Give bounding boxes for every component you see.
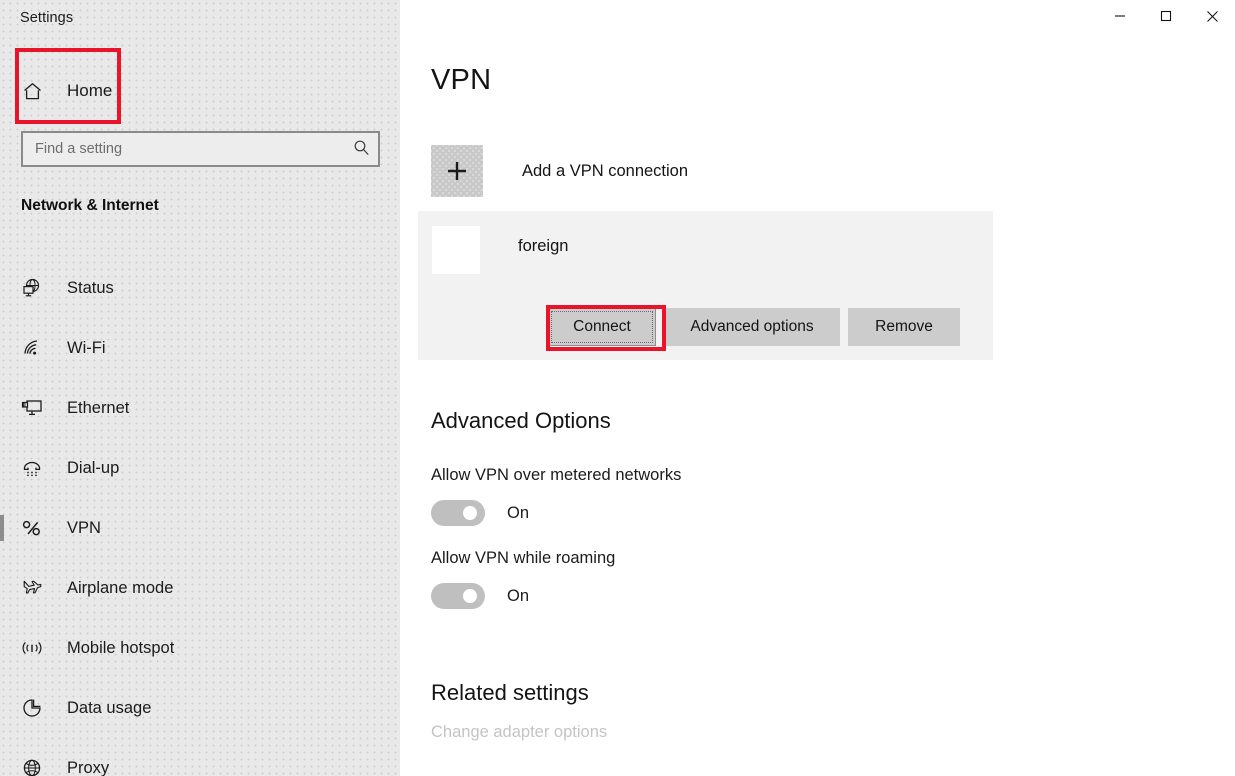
pie-chart-icon — [18, 697, 46, 719]
related-settings-heading: Related settings — [431, 680, 589, 705]
allow-vpn-metered-state: On — [507, 503, 530, 522]
minimize-button[interactable] — [1097, 0, 1143, 32]
sidebar-item-wifi[interactable]: Wi-Fi — [0, 318, 400, 378]
home-icon — [18, 81, 46, 102]
sidebar-item-data-usage[interactable]: Data usage — [0, 678, 400, 738]
vpn-icon — [18, 517, 46, 539]
sidebar-category-title: Network & Internet — [21, 197, 159, 214]
dialup-icon — [18, 457, 46, 479]
title-bar: Settings — [0, 0, 1235, 40]
allow-vpn-roaming-state: On — [507, 586, 530, 605]
remove-button[interactable]: Remove — [848, 308, 960, 346]
minimize-icon — [1114, 10, 1126, 22]
sidebar-item-data-usage-label: Data usage — [67, 698, 152, 717]
main-content: VPN Add a VPN connection foreign Connect… — [400, 0, 1235, 776]
settings-window: Settings Home Find a setting Network & I… — [0, 0, 1235, 776]
sidebar-item-dialup-label: Dial-up — [67, 458, 120, 477]
toggle-knob — [463, 589, 477, 603]
allow-vpn-metered-toggle[interactable]: On — [431, 500, 529, 526]
allow-vpn-roaming-label: Allow VPN while roaming — [431, 549, 616, 567]
advanced-options-button[interactable]: Advanced options — [664, 308, 840, 346]
sidebar-item-ethernet-label: Ethernet — [67, 398, 130, 417]
globe-monitor-icon — [18, 277, 46, 299]
airplane-icon — [18, 577, 46, 599]
hotspot-icon — [18, 637, 46, 659]
close-button[interactable] — [1189, 0, 1235, 32]
add-vpn-connection-button[interactable]: Add a VPN connection — [431, 145, 688, 197]
window-controls — [1097, 0, 1235, 32]
add-vpn-connection-label: Add a VPN connection — [522, 161, 689, 180]
maximize-button[interactable] — [1143, 0, 1189, 32]
toggle-switch-metered[interactable] — [431, 500, 485, 526]
vpn-connection-name: foreign — [518, 237, 569, 255]
sidebar-item-ethernet[interactable]: Ethernet — [0, 378, 400, 438]
search-box[interactable] — [21, 131, 380, 167]
sidebar-item-status-label: Status — [67, 278, 114, 297]
sidebar-item-airplane-mode[interactable]: Airplane mode — [0, 558, 400, 618]
ethernet-icon — [18, 397, 46, 419]
globe-icon — [18, 757, 46, 776]
advanced-options-heading: Advanced Options — [431, 408, 611, 433]
sidebar: Home Network & Internet — [0, 0, 400, 776]
vpn-connection-actions: Connect Advanced options Remove — [548, 308, 960, 346]
window-title: Settings — [20, 10, 74, 26]
sidebar-item-airplane-mode-label: Airplane mode — [67, 578, 174, 597]
sidebar-item-status[interactable]: Status — [0, 258, 400, 318]
wifi-icon — [18, 337, 46, 359]
allow-vpn-roaming-toggle[interactable]: On — [431, 583, 529, 609]
sidebar-item-proxy-label: Proxy — [67, 758, 110, 776]
plus-icon — [431, 145, 483, 197]
sidebar-item-vpn[interactable]: VPN — [0, 498, 400, 558]
search-input[interactable] — [23, 133, 344, 165]
sidebar-item-proxy[interactable]: Proxy — [0, 738, 400, 776]
sidebar-item-dialup[interactable]: Dial-up — [0, 438, 400, 498]
vpn-connection-card[interactable]: foreign Connect Advanced options Remove — [418, 211, 993, 360]
sidebar-item-home[interactable]: Home — [0, 70, 400, 112]
vpn-connection-icon — [432, 226, 480, 274]
page-title: VPN — [431, 64, 492, 96]
vpn-connection-header: foreign — [432, 226, 568, 274]
search-button[interactable] — [344, 133, 378, 165]
close-icon — [1206, 10, 1219, 23]
change-adapter-options-link[interactable]: Change adapter options — [431, 723, 607, 742]
toggle-switch-roaming[interactable] — [431, 583, 485, 609]
sidebar-item-mobile-hotspot[interactable]: Mobile hotspot — [0, 618, 400, 678]
maximize-icon — [1160, 10, 1172, 22]
allow-vpn-metered-label: Allow VPN over metered networks — [431, 466, 682, 484]
sidebar-item-wifi-label: Wi-Fi — [67, 338, 106, 357]
sidebar-nav-list: Status Wi-Fi Ethernet Dial-up VPN Airpla… — [0, 258, 400, 776]
toggle-knob — [463, 506, 477, 520]
sidebar-item-home-label: Home — [67, 81, 113, 100]
sidebar-item-mobile-hotspot-label: Mobile hotspot — [67, 638, 175, 657]
connect-button[interactable]: Connect — [548, 308, 656, 346]
search-icon — [353, 139, 370, 159]
sidebar-item-vpn-label: VPN — [67, 518, 101, 537]
